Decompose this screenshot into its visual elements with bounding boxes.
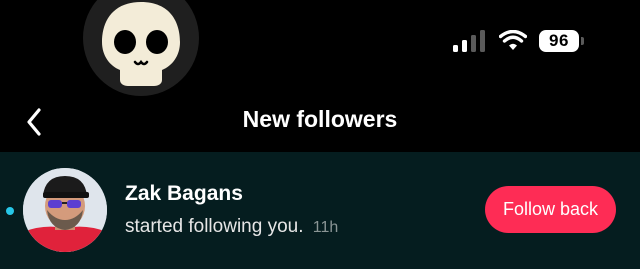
- user-name[interactable]: Zak Bagans: [125, 182, 243, 206]
- page-title: New followers: [242, 106, 398, 132]
- battery-indicator: 96: [539, 30, 584, 52]
- battery-level: 96: [539, 30, 579, 52]
- wifi-icon: [499, 30, 527, 50]
- unread-dot: [6, 207, 14, 215]
- timestamp: 11h: [312, 219, 339, 236]
- status-bar: 96: [0, 0, 640, 96]
- list-item[interactable]: Zak Bagans started following you. 11h Fo…: [0, 152, 640, 269]
- activity-description: started following you.: [125, 216, 304, 237]
- activity-text: started following you. 11h: [125, 216, 338, 238]
- battery-tip: [581, 37, 584, 45]
- status-indicators: 96: [453, 30, 584, 52]
- avatar[interactable]: [23, 168, 107, 252]
- user-photo: [23, 168, 107, 252]
- nav-header: New followers: [0, 96, 640, 148]
- follow-back-button[interactable]: Follow back: [485, 186, 616, 233]
- screen: 96 New followers Zak Bagans started foll…: [0, 0, 640, 269]
- cellular-signal-icon: [453, 30, 485, 52]
- skull-avatar[interactable]: [82, 0, 200, 96]
